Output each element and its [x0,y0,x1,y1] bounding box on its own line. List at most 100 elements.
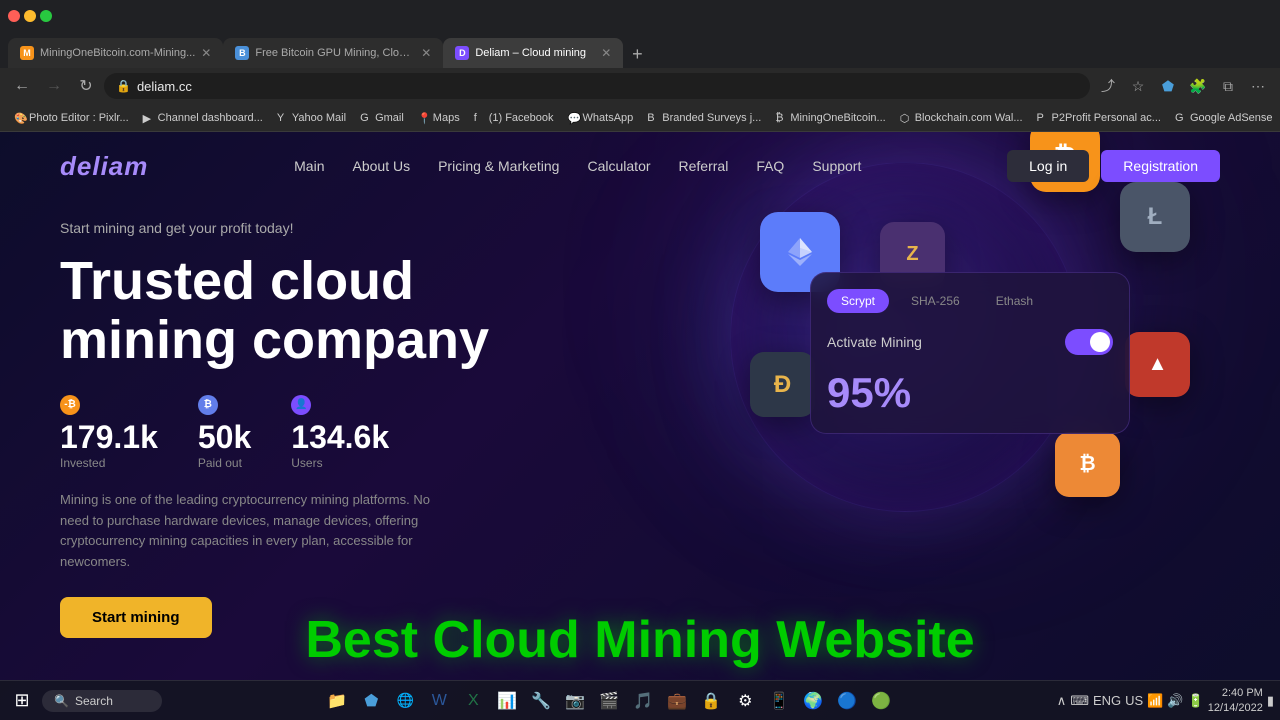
register-button[interactable]: Registration [1101,150,1220,182]
taskbar-search[interactable]: 🔍 Search [42,690,162,712]
split-icon[interactable]: ⧉ [1214,72,1242,100]
address-bar-row: ← → ↻ 🔒 deliam.cc ⤴ ☆ ⬟ 🧩 ⧉ ⋯ [0,68,1280,104]
system-date: 12/14/2022 [1208,701,1263,715]
tab-2[interactable]: B Free Bitcoin GPU Mining, Cloud... ✕ [223,38,443,68]
lang-indicator[interactable]: ENG [1093,693,1121,708]
taskbar-app11[interactable]: 🔵 [831,685,863,717]
toolbar-icons: ⤴ ☆ ⬟ 🧩 ⧉ ⋯ [1094,72,1272,100]
search-icon: 🔍 [54,694,69,708]
share-icon[interactable]: ⤴ [1094,72,1122,100]
taskbar-app5[interactable]: 🎵 [627,685,659,717]
login-button[interactable]: Log in [1007,150,1089,182]
bookmark-facebook[interactable]: f (1) Facebook [468,110,560,126]
windows-start-button[interactable]: ⊞ [6,685,38,717]
bookmark-maps[interactable]: 📍 Maps [412,110,466,126]
stat-users-label: Users [291,456,389,470]
address-text: deliam.cc [137,79,1078,94]
keyboard-icon[interactable]: ⌨ [1070,693,1089,709]
new-tab-button[interactable]: + [623,40,651,68]
bookmark-blockchain[interactable]: ⬡ Blockchain.com Wal... [894,110,1029,126]
nav-main[interactable]: Main [294,158,324,174]
extension-icon[interactable]: 🧩 [1184,72,1212,100]
title-bar [0,0,1280,32]
tab-bar: M MiningOneBitcoin.com-Mining... ✕ B Fre… [0,32,1280,68]
nav-faq[interactable]: FAQ [756,158,784,174]
bookmark-label: Channel dashboard... [158,112,263,124]
taskbar-app8[interactable]: ⚙ [729,685,761,717]
bookmark-photo-editor[interactable]: 🎨 Photo Editor : Pixlr... [8,110,135,126]
bookmark-label: Branded Surveys j... [662,112,761,124]
taskbar-app7[interactable]: 🔒 [695,685,727,717]
bookmark-favicon: ▶ [143,112,155,124]
site-nav: deliam Main About Us Pricing & Marketing… [0,132,1280,200]
wifi-icon[interactable]: 📶 [1147,693,1163,709]
nav-support[interactable]: Support [812,158,861,174]
bookmark-label: Maps [433,112,460,124]
tab-1[interactable]: M MiningOneBitcoin.com-Mining... ✕ [8,38,223,68]
taskbar-edge[interactable]: ⬟ [355,685,387,717]
nav-calculator[interactable]: Calculator [587,158,650,174]
menu-icon[interactable]: ⋯ [1244,72,1272,100]
bookmark-branded[interactable]: B Branded Surveys j... [641,110,767,126]
bookmark-adsense[interactable]: G Google AdSense [1169,110,1279,126]
bookmark-channel[interactable]: ▶ Channel dashboard... [137,110,269,126]
taskbar-app1[interactable]: 📊 [491,685,523,717]
system-clock[interactable]: 2:40 PM 12/14/2022 [1208,686,1263,715]
stat-eth-icon: ₿ [198,395,218,415]
taskbar-word[interactable]: W [423,685,455,717]
taskbar-app10[interactable]: 🌍 [797,685,829,717]
stat-users-value: 134.6k [291,419,389,456]
bookmark-favicon: ₿ [775,112,787,124]
nav-links: Main About Us Pricing & Marketing Calcul… [294,158,861,174]
nav-pricing[interactable]: Pricing & Marketing [438,158,559,174]
taskbar-app3[interactable]: 📷 [559,685,591,717]
taskbar-app6[interactable]: 💼 [661,685,693,717]
taskbar-chrome[interactable]: 🌐 [389,685,421,717]
nav-referral[interactable]: Referral [679,158,729,174]
taskbar-app2[interactable]: 🔧 [525,685,557,717]
tab-1-close[interactable]: ✕ [201,46,211,60]
battery-icon[interactable]: 🔋 [1188,693,1204,709]
bookmark-favicon: P [1037,112,1049,124]
hero-description: Mining is one of the leading cryptocurre… [60,490,440,573]
start-mining-button[interactable]: Start mining [60,597,212,638]
stat-invested: -₿ 179.1k Invested [60,395,158,470]
bookmark-icon[interactable]: ☆ [1124,72,1152,100]
speaker-icon[interactable]: 🔊 [1167,693,1183,709]
refresh-button[interactable]: ↻ [72,72,100,100]
bookmark-whatsapp[interactable]: 💬 WhatsApp [562,110,640,126]
bookmark-label: MiningOneBitcoin... [790,112,885,124]
tab-2-close[interactable]: ✕ [421,46,431,60]
search-label: Search [75,694,113,708]
edge-icon[interactable]: ⬟ [1154,72,1182,100]
bookmark-favicon: B [647,112,659,124]
taskbar-file-explorer[interactable]: 📁 [321,685,353,717]
tab-3-close[interactable]: ✕ [601,46,611,60]
bookmark-label: Gmail [375,112,404,124]
taskbar: ⊞ 🔍 Search 📁 ⬟ 🌐 W X 📊 🔧 📷 🎬 🎵 💼 🔒 ⚙ 📱 🌍… [0,680,1280,720]
tab-2-title: Free Bitcoin GPU Mining, Cloud... [255,47,415,59]
website-content: deliam Main About Us Pricing & Marketing… [0,132,1280,720]
bookmark-gmail[interactable]: G Gmail [354,110,410,126]
taskbar-app4[interactable]: 🎬 [593,685,625,717]
bookmark-p2profit[interactable]: P P2Profit Personal ac... [1031,110,1167,126]
nav-about[interactable]: About Us [353,158,411,174]
taskbar-app9[interactable]: 📱 [763,685,795,717]
stat-paidout-value: 50k [198,419,251,456]
back-button[interactable]: ← [8,72,36,100]
bookmark-favicon: G [1175,112,1187,124]
notification-icon[interactable]: ∧ [1057,693,1067,709]
stat-btc-icon: -₿ [60,395,80,415]
stat-paidout-label: Paid out [198,456,251,470]
taskbar-app12[interactable]: 🟢 [865,685,897,717]
hero-title-line1: Trusted cloud [60,251,414,311]
tab-3[interactable]: D Deliam – Cloud mining ✕ [443,38,623,68]
address-box[interactable]: 🔒 deliam.cc [104,73,1090,99]
taskbar-excel[interactable]: X [457,685,489,717]
forward-button[interactable]: → [40,72,68,100]
bookmark-yahoo[interactable]: Y Yahoo Mail [271,110,352,126]
tab-1-title: MiningOneBitcoin.com-Mining... [40,47,195,59]
bookmark-mining[interactable]: ₿ MiningOneBitcoin... [769,110,891,126]
show-desktop-icon[interactable]: ▮ [1267,693,1274,709]
bookmark-label: (1) Facebook [489,112,554,124]
